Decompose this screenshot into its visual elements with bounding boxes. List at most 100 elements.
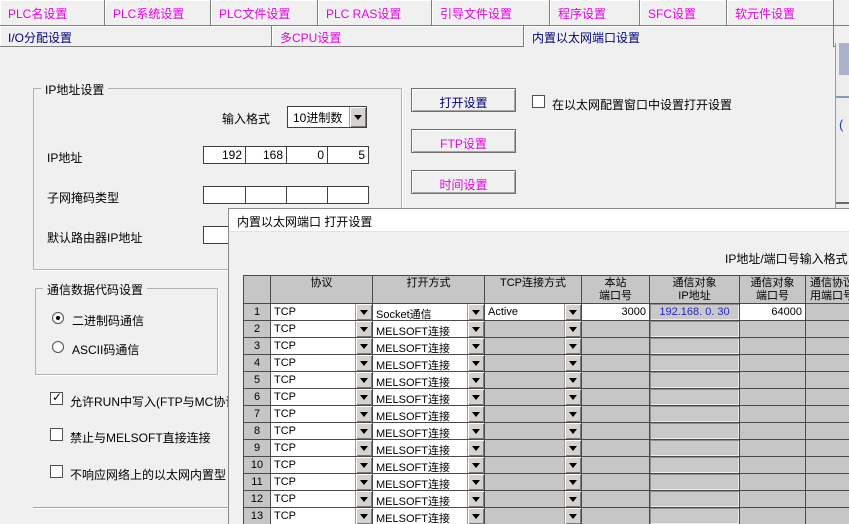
cell-dropdown-value[interactable]: MELSOFT连接 (373, 406, 467, 422)
cell-dropdown-value[interactable]: TCP (271, 355, 355, 371)
tab-I/O分配设置[interactable]: I/O分配设置 (0, 26, 272, 46)
cell-dropdown-value[interactable]: TCP (271, 389, 355, 405)
dest-ip-cell (650, 321, 740, 338)
dropdown-button[interactable] (467, 304, 484, 320)
cell-dropdown-value[interactable]: TCP (271, 372, 355, 388)
cell-dropdown-value[interactable]: TCP (271, 423, 355, 439)
dropdown-button[interactable] (355, 491, 372, 507)
subnet-octet-input[interactable] (245, 187, 286, 203)
dropdown-button[interactable] (467, 389, 484, 405)
cell-dropdown-value[interactable]: TCP (271, 304, 355, 320)
open-method-cell: MELSOFT连接 (373, 474, 485, 491)
cell-dropdown-value[interactable]: TCP (271, 508, 355, 524)
dropdown-button[interactable] (564, 304, 581, 320)
subnet-octet-input[interactable] (286, 187, 327, 203)
tab-内置以太网端口设置[interactable]: 内置以太网端口设置 (524, 26, 834, 47)
table-row: 3TCP MELSOFT连接 (244, 338, 849, 355)
dropdown-button[interactable] (355, 423, 372, 439)
dropdown-button[interactable] (355, 508, 372, 524)
dropdown-button[interactable] (355, 457, 372, 473)
dropdown-button[interactable] (355, 474, 372, 490)
cell-dropdown: MELSOFT连接 (373, 491, 484, 507)
dropdown-button[interactable] (355, 338, 372, 354)
dropdown-button[interactable] (355, 389, 372, 405)
cell-dropdown-value[interactable]: TCP (271, 406, 355, 422)
dest-ip-cell[interactable]: 192.168. 0. 30 (650, 304, 740, 321)
chevron-down-icon (569, 344, 577, 349)
dropdown-button[interactable] (355, 355, 372, 371)
tab-引导文件设置[interactable]: 引导文件设置 (432, 0, 550, 25)
tab-strip-row1: PLC名设置PLC系统设置PLC文件设置PLC RAS设置引导文件设置程序设置S… (0, 0, 849, 26)
dropdown-button[interactable] (467, 338, 484, 354)
cell-dropdown-value[interactable]: Socket通信 (373, 304, 467, 320)
ip-octet-input[interactable]: 0 (286, 147, 327, 163)
dest-ip-cell (650, 372, 740, 389)
cell-dropdown-value[interactable]: TCP (271, 321, 355, 337)
cell-dropdown-value[interactable]: MELSOFT连接 (373, 508, 467, 524)
dropdown-button[interactable] (355, 406, 372, 422)
dialog-titlebar[interactable]: 内置以太网端口 打开设置 (229, 209, 849, 232)
column-header: 通信对象 IP地址 (650, 276, 740, 304)
cell-dropdown-value[interactable]: MELSOFT连接 (373, 389, 467, 405)
ip-octet-input[interactable]: 5 (327, 147, 368, 163)
tab-多CPU设置[interactable]: 多CPU设置 (272, 26, 524, 46)
dropdown-button[interactable] (467, 440, 484, 456)
cell-dropdown-value[interactable]: MELSOFT连接 (373, 355, 467, 371)
dropdown-button[interactable] (467, 321, 484, 337)
ethernet-config-checkbox[interactable] (532, 95, 545, 108)
dropdown-button[interactable] (467, 508, 484, 524)
cell-dropdown-value[interactable]: MELSOFT连接 (373, 474, 467, 490)
dropdown-button[interactable] (467, 355, 484, 371)
row-number-cell: 3 (244, 338, 271, 355)
dropdown-button[interactable] (467, 372, 484, 388)
cell-dropdown-value[interactable]: MELSOFT连接 (373, 457, 467, 473)
dropdown-button[interactable] (467, 423, 484, 439)
tab-SFC设置[interactable]: SFC设置 (640, 0, 727, 25)
dropdown-button[interactable] (467, 491, 484, 507)
cell-dropdown-value[interactable]: MELSOFT连接 (373, 372, 467, 388)
dropdown-button[interactable] (467, 406, 484, 422)
tab-PLC文件设置[interactable]: PLC文件设置 (211, 0, 318, 25)
dest-port-cell[interactable]: 64000 (740, 304, 806, 321)
cell-dropdown-value[interactable]: TCP (271, 491, 355, 507)
cell-dropdown-value[interactable]: MELSOFT连接 (373, 440, 467, 456)
subnet-octet-input[interactable] (327, 187, 368, 203)
input-format-dropdown[interactable]: 10进制数 (287, 106, 367, 128)
disable-melsoft-checkbox[interactable] (50, 428, 63, 441)
time-settings-button[interactable]: 时间设置 (411, 170, 516, 194)
chevron-down-icon (472, 497, 480, 502)
tab-程序设置[interactable]: 程序设置 (550, 0, 640, 25)
local-port-cell[interactable]: 3000 (582, 304, 650, 321)
dropdown-button[interactable] (355, 440, 372, 456)
dropdown-button[interactable] (467, 457, 484, 473)
allow-run-write-checkbox[interactable]: ✓ (50, 392, 63, 405)
dropdown-button[interactable] (355, 372, 372, 388)
cell-dropdown-value[interactable]: TCP (271, 338, 355, 354)
binary-comm-radio[interactable] (52, 312, 64, 324)
dropdown-button[interactable] (355, 321, 372, 337)
tab-PLC名设置[interactable]: PLC名设置 (0, 0, 105, 25)
ftp-settings-button[interactable]: FTP设置 (411, 129, 516, 153)
open-settings-button[interactable]: 打开设置 (411, 88, 516, 112)
tab-PLC RAS设置[interactable]: PLC RAS设置 (318, 0, 432, 25)
dropdown-button[interactable] (349, 107, 366, 127)
ip-octet-input[interactable]: 192 (204, 147, 245, 163)
subnet-octet-input[interactable] (204, 187, 245, 203)
ascii-comm-radio[interactable] (52, 341, 64, 353)
cell-dropdown-value[interactable]: MELSOFT连接 (373, 423, 467, 439)
cell-dropdown-value[interactable]: MELSOFT连接 (373, 338, 467, 354)
cell-dropdown-value[interactable]: TCP (271, 440, 355, 456)
dropdown-button[interactable] (355, 304, 372, 320)
chevron-down-icon (472, 446, 480, 451)
cell-dropdown-value[interactable]: MELSOFT连接 (373, 321, 467, 337)
chevron-down-icon (569, 378, 577, 383)
no-response-checkbox[interactable] (50, 465, 63, 478)
dropdown-button[interactable] (467, 474, 484, 490)
cell-dropdown-value[interactable]: Active (485, 304, 564, 320)
tab-软元件设置[interactable]: 软元件设置 (727, 0, 834, 25)
ip-octet-input[interactable]: 168 (245, 147, 286, 163)
tab-PLC系统设置[interactable]: PLC系统设置 (105, 0, 211, 25)
cell-dropdown-value[interactable]: TCP (271, 474, 355, 490)
cell-dropdown-value[interactable]: TCP (271, 457, 355, 473)
cell-dropdown-value[interactable]: MELSOFT连接 (373, 491, 467, 507)
